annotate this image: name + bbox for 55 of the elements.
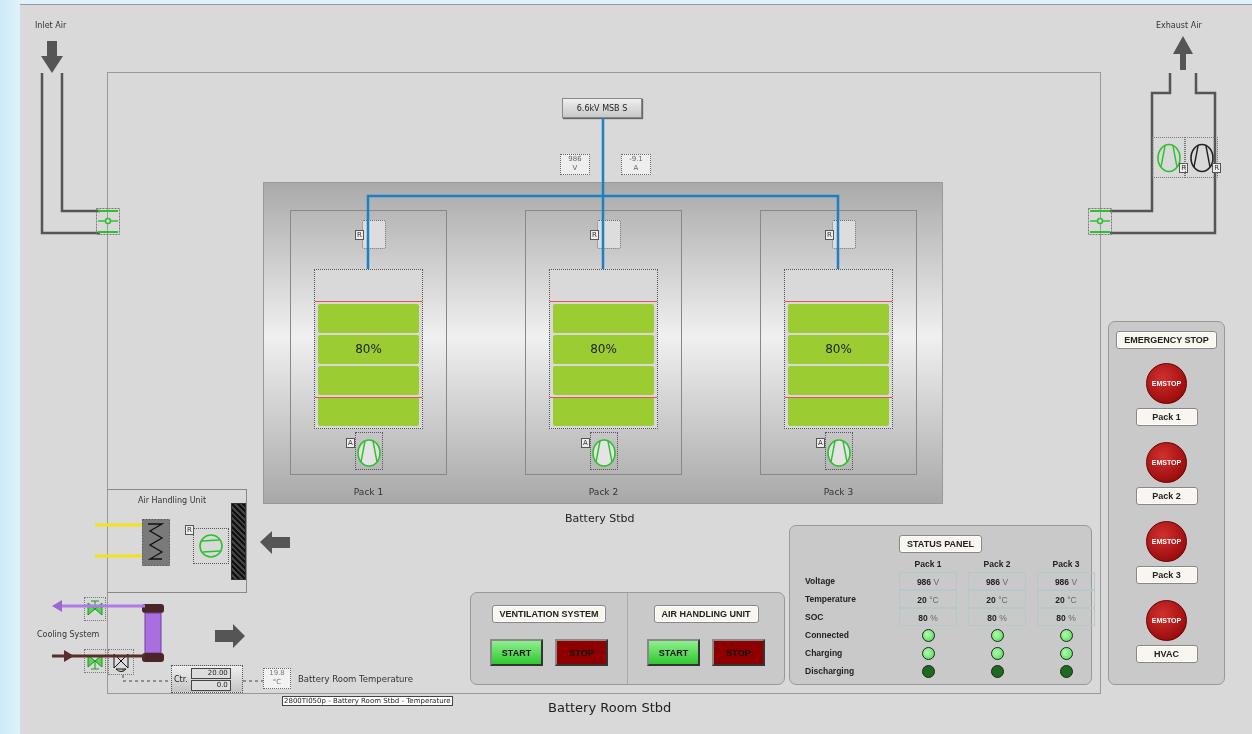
damper-icon[interactable] [96,208,120,235]
emergency-stop-label: HVAC [1135,645,1198,663]
row-label: Voltage [805,575,837,588]
value-cell: 20 °C [1037,590,1095,608]
ahu-title: Air Handling Unit [138,496,206,505]
emergency-stop-label: Pack 3 [1135,566,1198,584]
row-label: SOC [805,611,825,624]
battery-cell: 80% [318,334,419,364]
start-button[interactable]: START [490,639,543,666]
heating-pipe-drawing [95,523,142,558]
column-header: Pack 2 [982,558,1012,571]
right-arrow-icon [215,624,245,648]
group-title: VENTILATION SYSTEM [491,605,607,623]
damper-icon[interactable] [1088,208,1112,235]
up-arrow-icon [1173,36,1193,70]
cooling-system-label: Cooling System [37,630,100,639]
filter-icon [231,503,246,580]
fan-icon[interactable] [1188,142,1215,173]
room-title: Battery Room Stbd [548,700,672,715]
value-cell: 986 V [899,572,957,590]
group-title: AIR HANDLING UNIT [653,605,759,623]
battery-cell: 80% [553,334,654,364]
battery-cell: 80% [788,334,889,364]
value-cell: 80 % [1037,608,1095,626]
emergency-stop-label: Pack 1 [1135,408,1198,426]
value-cell: 20 °C [899,590,957,608]
row-label: Connected [805,629,850,642]
inlet-air-label: Inlet Air [35,21,67,30]
column-header: Pack 3 [1051,558,1081,571]
panel-title: STATUS PANEL [899,535,982,553]
battery-title: Battery Stbd [565,512,635,525]
pack-label: Pack 3 [823,487,854,497]
control-valve-icon[interactable] [108,649,134,675]
value-cell: 80 % [899,608,957,626]
valve-icon[interactable] [84,649,106,673]
down-arrow-icon [41,41,63,73]
pack-label: Pack 1 [353,487,384,497]
row-label: Temperature [805,593,857,606]
column-header: Pack 1 [913,558,943,571]
temperature-label: Battery Room Temperature [298,674,413,684]
panel-title: EMERGENCY STOP [1116,331,1217,349]
start-button[interactable]: START [647,639,700,666]
emergency-stop-label: Pack 2 [1135,487,1198,505]
value-cell: 80 % [968,608,1026,626]
value-cell: 20 °C [968,590,1026,608]
left-arrow-icon [260,531,290,554]
cooling-coil-icon[interactable] [140,602,166,664]
row-label: Charging [805,647,844,660]
row-label: Discharging [805,665,856,678]
heater-icon[interactable] [142,519,170,566]
exhaust-air-label: Exhaust Air [1156,21,1202,30]
pack-label: Pack 2 [588,487,619,497]
value-cell: 986 V [968,572,1026,590]
value-cell: 986 V [1037,572,1095,590]
switchboard-button[interactable]: 6.6kV MSB S [562,98,642,118]
